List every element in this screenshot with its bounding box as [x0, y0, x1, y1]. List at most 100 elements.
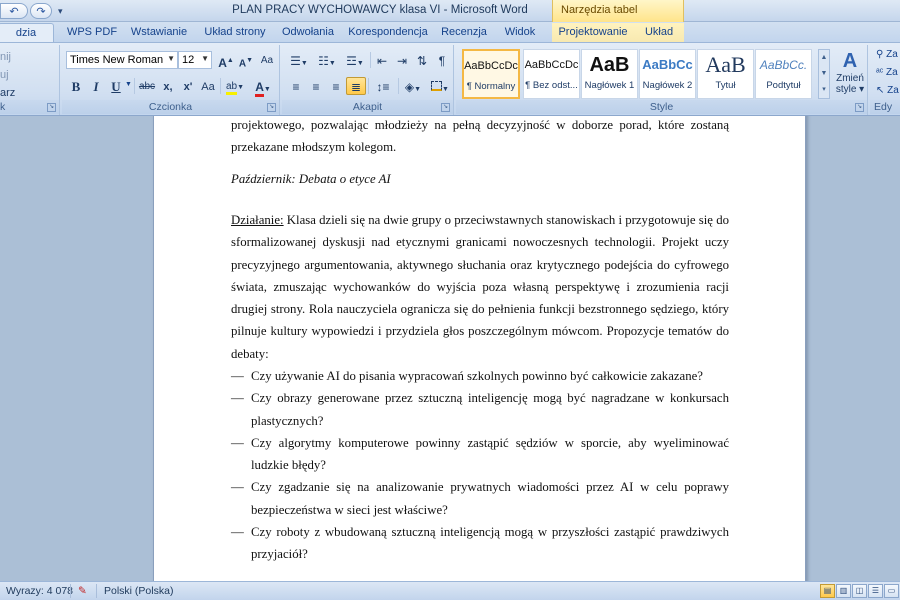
borders-button[interactable]: ▼	[428, 77, 452, 95]
numbering-button[interactable]: ☷▼	[314, 51, 340, 69]
section-heading: Październik: Debata o etyce AI	[231, 172, 391, 186]
superscript-button[interactable]: x'	[178, 77, 198, 95]
style-normal[interactable]: AaBbCcDc ¶ Normalny	[462, 49, 520, 99]
style-heading-1[interactable]: AaB Nagłówek 1	[581, 49, 638, 99]
font-group-label: Czcionka	[62, 100, 279, 114]
font-color-button[interactable]: A▼	[250, 77, 276, 97]
tab-home[interactable]: dzia główne	[0, 23, 54, 57]
increase-indent-button[interactable]: ⇥	[392, 51, 412, 69]
clipboard-launcher-icon[interactable]: ↘	[47, 103, 56, 112]
styles-gallery-scroll[interactable]: ▲ ▼ ▾	[818, 49, 830, 99]
bullets-icon: ☰	[290, 54, 301, 68]
sort-button[interactable]: ⇅	[412, 51, 432, 69]
tab-insert[interactable]: Wstawianie	[126, 23, 192, 42]
debate-topics-list: — Czy używanie AI do pisania wypracowań s…	[231, 365, 729, 566]
underline-dropdown-icon[interactable]: ▼	[125, 81, 132, 88]
tab-references[interactable]: Odwołania	[278, 23, 338, 42]
word-count[interactable]: Wyrazy: 4 078	[6, 585, 73, 597]
styles-launcher-icon[interactable]: ↘	[855, 103, 864, 112]
list-item: — Czy zgadzanie się na analizowanie prywa…	[231, 480, 729, 517]
bullets-button[interactable]: ☰▼	[286, 51, 312, 69]
grow-font-button[interactable]: A▲	[216, 51, 236, 70]
tab-page-layout[interactable]: Układ strony	[198, 23, 272, 42]
subscript-button[interactable]: x,	[158, 77, 178, 95]
document-page[interactable]: projektowego, pozwalając młodzieży na pe…	[153, 116, 806, 581]
cut-button[interactable]: nij	[0, 51, 11, 63]
tab-review[interactable]: Recenzja	[438, 23, 490, 42]
paragraph: projektowego, pozwalając młodzieży na pe…	[231, 118, 729, 155]
styles-group-label: Style	[456, 100, 867, 114]
font-launcher-icon[interactable]: ↘	[267, 103, 276, 112]
web-layout-view-button[interactable]: ◫	[852, 584, 867, 598]
action-label: Działanie:	[231, 213, 284, 227]
separator	[134, 78, 135, 94]
separator	[398, 78, 399, 94]
style-title[interactable]: AaB Tytuł	[697, 49, 754, 99]
language-indicator[interactable]: Polski (Polska)	[104, 585, 173, 597]
binoculars-icon: ⚲	[876, 49, 884, 60]
find-button[interactable]: ⚲ Za	[876, 49, 898, 60]
align-left-icon: ≡	[292, 80, 300, 94]
change-case-button[interactable]: Aa	[198, 77, 218, 95]
list-item: — Czy używanie AI do pisania wypracowań s…	[231, 369, 703, 383]
change-styles-button[interactable]: A Zmień style ▾	[834, 49, 866, 99]
strikethrough-button[interactable]: abc	[136, 77, 158, 95]
line-spacing-button[interactable]: ↕≡	[370, 77, 396, 95]
draft-view-button[interactable]: ▭	[884, 584, 899, 598]
font-name-combo[interactable]: Times New Roman ▼	[66, 51, 178, 69]
style-no-spacing[interactable]: AaBbCcDc ¶ Bez odst...	[523, 49, 580, 99]
paragraph-launcher-icon[interactable]: ↘	[441, 103, 450, 112]
align-center-button[interactable]: ≡	[306, 77, 326, 95]
decrease-indent-button[interactable]: ⇤	[372, 51, 392, 69]
full-screen-reading-view-button[interactable]: ▥	[836, 584, 851, 598]
tab-table-layout[interactable]: Układ	[634, 23, 684, 42]
change-styles-icon: A	[842, 50, 858, 72]
replace-button[interactable]: ᵃᶜ Za	[876, 67, 898, 78]
increase-indent-icon: ⇥	[396, 54, 408, 68]
print-layout-view-button[interactable]: ▤	[820, 584, 835, 598]
decrease-indent-icon: ⇤	[376, 54, 388, 68]
list-item: — Czy obrazy generowane przez sztuczną in…	[231, 391, 729, 428]
paragraph-body: Klasa dzieli się na dwie grupy o przeciw…	[231, 213, 729, 361]
highlight-button[interactable]: ab▼	[222, 77, 248, 95]
chevron-down-icon: ▼	[167, 54, 175, 63]
sort-icon: ⇅	[416, 54, 428, 68]
tab-view[interactable]: Widok	[498, 23, 542, 42]
reading-icon: ▥	[839, 586, 848, 595]
separator	[368, 78, 369, 94]
justify-button[interactable]: ≣	[346, 77, 366, 95]
style-heading-2[interactable]: AaBbCc Nagłówek 2	[639, 49, 696, 99]
select-button[interactable]: ↖ Za	[876, 85, 899, 96]
align-left-button[interactable]: ≡	[286, 77, 306, 95]
spellcheck-icon[interactable]: ✎	[78, 585, 87, 597]
line-spacing-icon: ↕≡	[376, 80, 390, 94]
numbering-icon: ☷	[318, 54, 329, 68]
list-item: — Czy algorytmy komputerowe powinny zastą…	[231, 435, 729, 473]
italic-button[interactable]: I	[86, 77, 106, 95]
editing-group: ⚲ Za ᵃᶜ Za ↖ Za Edy	[870, 45, 900, 115]
separator	[220, 78, 221, 94]
shading-button[interactable]: ◈▼	[400, 77, 426, 95]
bold-button[interactable]: B	[66, 77, 86, 95]
separator	[70, 584, 71, 598]
shrink-font-button[interactable]: A▼	[236, 51, 256, 69]
multilevel-list-button[interactable]: ☲▼	[342, 51, 368, 69]
tab-wps-pdf[interactable]: WPS PDF	[64, 23, 120, 42]
editing-group-label: Edy	[870, 100, 900, 114]
outline-view-button[interactable]: ☰	[868, 584, 883, 598]
clear-formatting-button[interactable]: Aa	[257, 51, 277, 69]
web-layout-icon: ◫	[855, 586, 864, 595]
list-item: — Czy roboty z wbudowaną sztuczną intelig…	[231, 525, 729, 562]
font-size-combo[interactable]: 12 ▼	[178, 51, 212, 69]
show-formatting-button[interactable]: ¶	[432, 51, 452, 69]
style-subtitle[interactable]: AaBbCc. Podtytuł	[755, 49, 812, 99]
tab-mailings[interactable]: Korespondencja	[346, 23, 430, 42]
tab-table-design[interactable]: Projektowanie	[552, 23, 634, 42]
replace-icon: ᵃᶜ	[876, 67, 884, 78]
copy-button[interactable]: uj	[0, 69, 9, 81]
underline-button[interactable]: U	[106, 77, 126, 95]
align-right-button[interactable]: ≡	[326, 77, 346, 95]
pilcrow-icon: ¶	[438, 54, 446, 68]
separator	[96, 584, 97, 598]
print-layout-icon: ▤	[823, 586, 832, 595]
